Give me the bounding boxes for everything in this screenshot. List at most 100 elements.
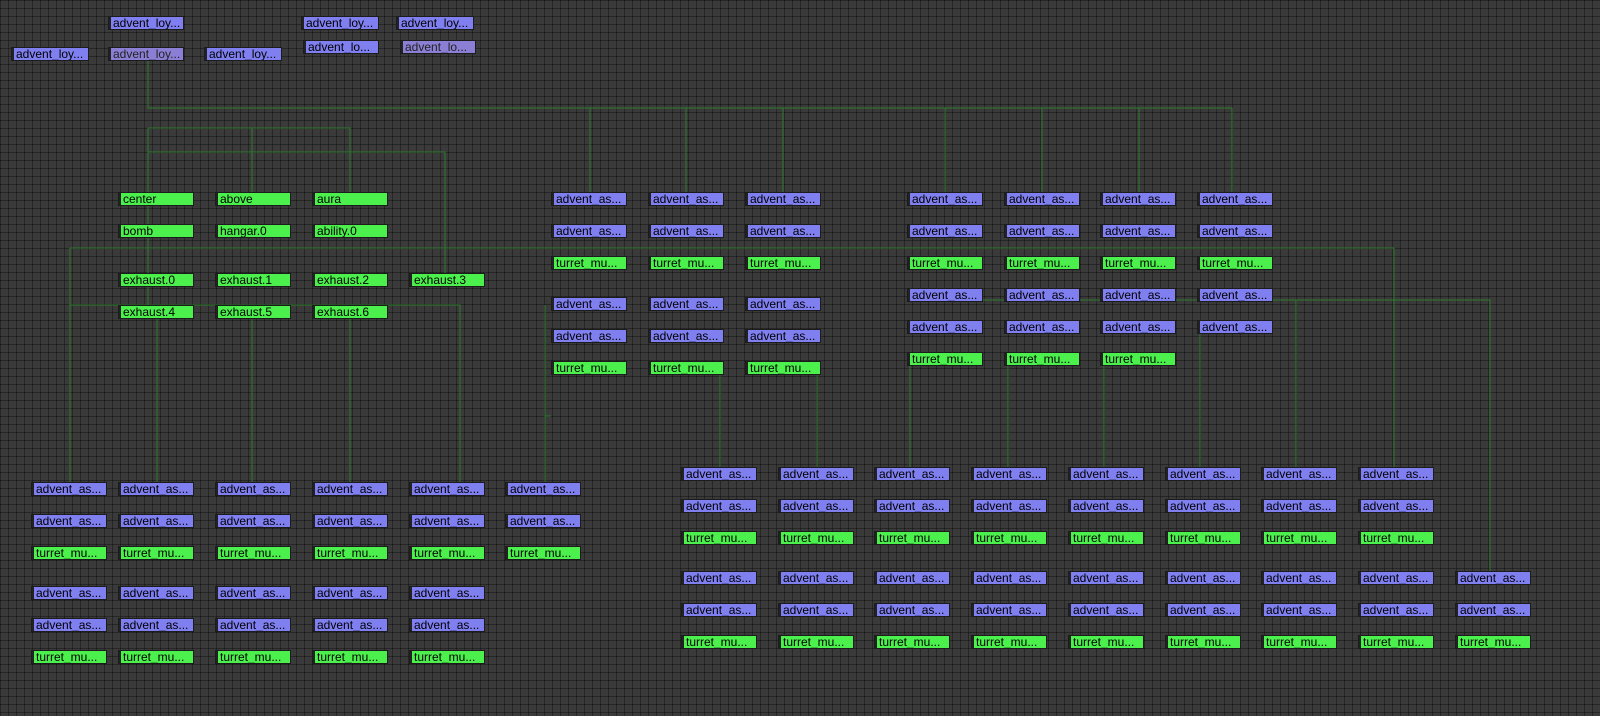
turret-node[interactable]: turret_mu... bbox=[1068, 635, 1144, 649]
assembly-node[interactable]: advent_as... bbox=[778, 603, 854, 617]
turret-node[interactable]: turret_mu... bbox=[215, 650, 291, 664]
assembly-node[interactable]: advent_as... bbox=[505, 482, 581, 496]
turret-node[interactable]: turret_mu... bbox=[1455, 635, 1531, 649]
assembly-node[interactable]: advent_as... bbox=[874, 467, 950, 481]
root-node[interactable]: advent_loy... bbox=[108, 16, 184, 30]
assembly-node[interactable]: advent_as... bbox=[1004, 192, 1080, 206]
assembly-node[interactable]: advent_as... bbox=[312, 482, 388, 496]
root-node[interactable]: advent_loy... bbox=[108, 47, 184, 61]
root-node[interactable]: advent_loy... bbox=[11, 47, 89, 61]
anchor-node[interactable]: exhaust.0 bbox=[118, 273, 194, 287]
root-node[interactable]: advent_lo... bbox=[400, 40, 476, 54]
assembly-node[interactable]: advent_as... bbox=[505, 514, 581, 528]
turret-node[interactable]: turret_mu... bbox=[1197, 256, 1273, 270]
assembly-node[interactable]: advent_as... bbox=[1100, 224, 1176, 238]
assembly-node[interactable]: advent_as... bbox=[1165, 499, 1241, 513]
assembly-node[interactable]: advent_as... bbox=[745, 297, 821, 311]
turret-node[interactable]: turret_mu... bbox=[1068, 531, 1144, 545]
assembly-node[interactable]: advent_as... bbox=[118, 514, 194, 528]
anchor-node[interactable]: center bbox=[118, 192, 194, 206]
assembly-node[interactable]: advent_as... bbox=[1165, 467, 1241, 481]
assembly-node[interactable]: advent_as... bbox=[971, 603, 1047, 617]
turret-node[interactable]: turret_mu... bbox=[681, 531, 757, 545]
assembly-node[interactable]: advent_as... bbox=[681, 571, 757, 585]
assembly-node[interactable]: advent_as... bbox=[409, 618, 485, 632]
root-node[interactable]: advent_loy... bbox=[204, 47, 282, 61]
assembly-node[interactable]: advent_as... bbox=[409, 586, 485, 600]
assembly-node[interactable]: advent_as... bbox=[648, 329, 724, 343]
assembly-node[interactable]: advent_as... bbox=[1261, 499, 1337, 513]
assembly-node[interactable]: advent_as... bbox=[551, 297, 627, 311]
anchor-node[interactable]: bomb bbox=[118, 224, 194, 238]
assembly-node[interactable]: advent_as... bbox=[745, 192, 821, 206]
turret-node[interactable]: turret_mu... bbox=[1100, 352, 1176, 366]
turret-node[interactable]: turret_mu... bbox=[312, 650, 388, 664]
assembly-node[interactable]: advent_as... bbox=[1100, 288, 1176, 302]
assembly-node[interactable]: advent_as... bbox=[118, 482, 194, 496]
assembly-node[interactable]: advent_as... bbox=[971, 499, 1047, 513]
assembly-node[interactable]: advent_as... bbox=[1068, 499, 1144, 513]
turret-node[interactable]: turret_mu... bbox=[778, 635, 854, 649]
assembly-node[interactable]: advent_as... bbox=[778, 467, 854, 481]
assembly-node[interactable]: advent_as... bbox=[1004, 320, 1080, 334]
assembly-node[interactable]: advent_as... bbox=[1004, 224, 1080, 238]
turret-node[interactable]: turret_mu... bbox=[907, 256, 983, 270]
assembly-node[interactable]: advent_as... bbox=[551, 224, 627, 238]
anchor-node[interactable]: hangar.0 bbox=[215, 224, 291, 238]
assembly-node[interactable]: advent_as... bbox=[1358, 603, 1434, 617]
assembly-node[interactable]: advent_as... bbox=[1165, 603, 1241, 617]
node-graph-canvas[interactable]: advent_loy... advent_loy... advent_loy... a… bbox=[0, 0, 1600, 716]
turret-node[interactable]: turret_mu... bbox=[118, 650, 194, 664]
turret-node[interactable]: turret_mu... bbox=[971, 635, 1047, 649]
turret-node[interactable]: turret_mu... bbox=[745, 361, 821, 375]
assembly-node[interactable]: advent_as... bbox=[1068, 467, 1144, 481]
anchor-node[interactable]: exhaust.1 bbox=[215, 273, 291, 287]
assembly-node[interactable]: advent_as... bbox=[31, 586, 107, 600]
assembly-node[interactable]: advent_as... bbox=[874, 603, 950, 617]
assembly-node[interactable]: advent_as... bbox=[907, 320, 983, 334]
turret-node[interactable]: turret_mu... bbox=[1358, 635, 1434, 649]
turret-node[interactable]: turret_mu... bbox=[1358, 531, 1434, 545]
assembly-node[interactable]: advent_as... bbox=[312, 514, 388, 528]
assembly-node[interactable]: advent_as... bbox=[1197, 192, 1273, 206]
turret-node[interactable]: turret_mu... bbox=[409, 650, 485, 664]
assembly-node[interactable]: advent_as... bbox=[745, 329, 821, 343]
assembly-node[interactable]: advent_as... bbox=[778, 499, 854, 513]
assembly-node[interactable]: advent_as... bbox=[1068, 603, 1144, 617]
assembly-node[interactable]: advent_as... bbox=[971, 571, 1047, 585]
assembly-node[interactable]: advent_as... bbox=[31, 618, 107, 632]
anchor-node[interactable]: exhaust.5 bbox=[215, 305, 291, 319]
anchor-node[interactable]: ability.0 bbox=[312, 224, 388, 238]
assembly-node[interactable]: advent_as... bbox=[409, 482, 485, 496]
turret-node[interactable]: turret_mu... bbox=[745, 256, 821, 270]
assembly-node[interactable]: advent_as... bbox=[1358, 499, 1434, 513]
assembly-node[interactable]: advent_as... bbox=[1261, 603, 1337, 617]
turret-node[interactable]: turret_mu... bbox=[215, 546, 291, 560]
assembly-node[interactable]: advent_as... bbox=[215, 514, 291, 528]
assembly-node[interactable]: advent_as... bbox=[907, 224, 983, 238]
assembly-node[interactable]: advent_as... bbox=[31, 482, 107, 496]
assembly-node[interactable]: advent_as... bbox=[874, 571, 950, 585]
turret-node[interactable]: turret_mu... bbox=[1261, 635, 1337, 649]
turret-node[interactable]: turret_mu... bbox=[1261, 531, 1337, 545]
turret-node[interactable]: turret_mu... bbox=[971, 531, 1047, 545]
assembly-node[interactable]: advent_as... bbox=[1197, 224, 1273, 238]
assembly-node[interactable]: advent_as... bbox=[1165, 571, 1241, 585]
turret-node[interactable]: turret_mu... bbox=[907, 352, 983, 366]
turret-node[interactable]: turret_mu... bbox=[31, 650, 107, 664]
anchor-node[interactable]: exhaust.4 bbox=[118, 305, 194, 319]
assembly-node[interactable]: advent_as... bbox=[648, 192, 724, 206]
assembly-node[interactable]: advent_as... bbox=[874, 499, 950, 513]
assembly-node[interactable]: advent_as... bbox=[1455, 603, 1531, 617]
assembly-node[interactable]: advent_as... bbox=[778, 571, 854, 585]
assembly-node[interactable]: advent_as... bbox=[409, 514, 485, 528]
turret-node[interactable]: turret_mu... bbox=[681, 635, 757, 649]
assembly-node[interactable]: advent_as... bbox=[1197, 288, 1273, 302]
assembly-node[interactable]: advent_as... bbox=[1100, 320, 1176, 334]
assembly-node[interactable]: advent_as... bbox=[681, 603, 757, 617]
turret-node[interactable]: turret_mu... bbox=[1004, 352, 1080, 366]
assembly-node[interactable]: advent_as... bbox=[215, 586, 291, 600]
turret-node[interactable]: turret_mu... bbox=[505, 546, 581, 560]
assembly-node[interactable]: advent_as... bbox=[1358, 571, 1434, 585]
assembly-node[interactable]: advent_as... bbox=[648, 297, 724, 311]
